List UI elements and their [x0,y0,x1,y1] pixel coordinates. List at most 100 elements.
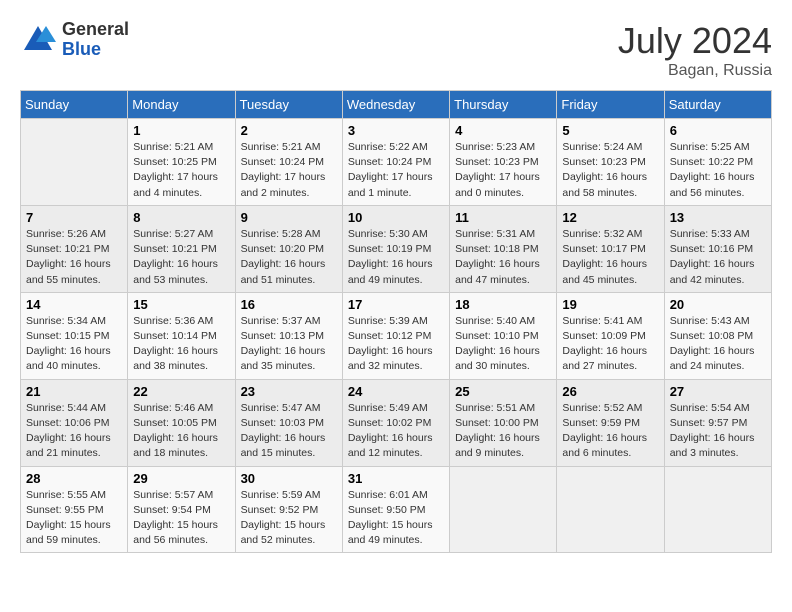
table-row: 7 Sunrise: 5:26 AMSunset: 10:21 PMDayligh… [21,205,128,292]
logo-general: General [62,20,129,40]
table-row: 8Sunrise: 5:27 AMSunset: 10:21 PMDayligh… [128,205,235,292]
day-number: 17 [348,297,444,312]
day-number: 13 [670,210,766,225]
day-number: 6 [670,123,766,138]
day-number: 29 [133,471,229,486]
day-number: 16 [241,297,337,312]
weekday-header: Thursday [450,91,557,119]
table-row: 11 Sunrise: 5:31 AMSunset: 10:18 PMDaylig… [450,205,557,292]
cell-info: Sunrise: 5:43 AMSunset: 10:08 PMDaylight… [670,314,766,375]
table-row: 9 Sunrise: 5:28 AMSunset: 10:20 PMDayligh… [235,205,342,292]
cell-info: Sunrise: 5:36 AMSunset: 10:14 PMDaylight… [133,314,229,375]
table-row: 28 Sunrise: 5:55 AMSunset: 9:55 PMDayligh… [21,466,128,553]
month-year: July 2024 [618,20,772,62]
day-number: 9 [241,210,337,225]
weekday-header: Tuesday [235,91,342,119]
table-row: 13 Sunrise: 5:33 AMSunset: 10:16 PMDaylig… [664,205,771,292]
table-row: 26 Sunrise: 5:52 AMSunset: 9:59 PMDayligh… [557,379,664,466]
day-number: 8 [133,210,229,225]
weekday-header-row: SundayMondayTuesdayWednesdayThursdayFrid… [21,91,772,119]
day-number: 1 [133,123,229,138]
logo-blue: Blue [62,40,129,60]
table-row: 6Sunrise: 5:25 AMSunset: 10:22 PMDayligh… [664,119,771,206]
table-row: 31Sunrise: 6:01 AMSunset: 9:50 PMDayligh… [342,466,449,553]
location: Bagan, Russia [618,62,772,80]
day-number: 10 [348,210,444,225]
day-number: 3 [348,123,444,138]
cell-info: Sunrise: 5:26 AMSunset: 10:21 PMDaylight… [26,227,122,288]
cell-info: Sunrise: 5:21 AMSunset: 10:24 PMDaylight… [241,140,337,201]
day-number: 23 [241,384,337,399]
calendar-table: SundayMondayTuesdayWednesdayThursdayFrid… [20,90,772,553]
day-number: 19 [562,297,658,312]
cell-info: Sunrise: 6:01 AMSunset: 9:50 PMDaylight:… [348,488,444,549]
cell-info: Sunrise: 5:49 AMSunset: 10:02 PMDaylight… [348,401,444,462]
table-row [664,466,771,553]
cell-info: Sunrise: 5:21 AMSunset: 10:25 PMDaylight… [133,140,229,201]
cell-info: Sunrise: 5:28 AMSunset: 10:20 PMDaylight… [241,227,337,288]
cell-info: Sunrise: 5:46 AMSunset: 10:05 PMDaylight… [133,401,229,462]
day-number: 21 [26,384,122,399]
cell-info: Sunrise: 5:47 AMSunset: 10:03 PMDaylight… [241,401,337,462]
table-row: 5Sunrise: 5:24 AMSunset: 10:23 PMDayligh… [557,119,664,206]
logo-text: General Blue [62,20,129,60]
cell-info: Sunrise: 5:41 AMSunset: 10:09 PMDaylight… [562,314,658,375]
table-row: 24 Sunrise: 5:49 AMSunset: 10:02 PMDaylig… [342,379,449,466]
table-row: 3Sunrise: 5:22 AMSunset: 10:24 PMDayligh… [342,119,449,206]
table-row: 25Sunrise: 5:51 AMSunset: 10:00 PMDaylig… [450,379,557,466]
calendar-week-row: 7 Sunrise: 5:26 AMSunset: 10:21 PMDayligh… [21,205,772,292]
table-row: 20Sunrise: 5:43 AMSunset: 10:08 PMDaylig… [664,292,771,379]
weekday-header: Wednesday [342,91,449,119]
weekday-header: Sunday [21,91,128,119]
cell-info: Sunrise: 5:59 AMSunset: 9:52 PMDaylight:… [241,488,337,549]
table-row: 2 Sunrise: 5:21 AMSunset: 10:24 PMDayligh… [235,119,342,206]
weekday-header: Monday [128,91,235,119]
cell-info: Sunrise: 5:33 AMSunset: 10:16 PMDaylight… [670,227,766,288]
cell-info: Sunrise: 5:54 AMSunset: 9:57 PMDaylight:… [670,401,766,462]
table-row: 21 Sunrise: 5:44 AMSunset: 10:06 PMDaylig… [21,379,128,466]
day-number: 4 [455,123,551,138]
cell-info: Sunrise: 5:34 AMSunset: 10:15 PMDaylight… [26,314,122,375]
cell-info: Sunrise: 5:37 AMSunset: 10:13 PMDaylight… [241,314,337,375]
cell-info: Sunrise: 5:55 AMSunset: 9:55 PMDaylight:… [26,488,122,549]
day-number: 26 [562,384,658,399]
cell-info: Sunrise: 5:57 AMSunset: 9:54 PMDaylight:… [133,488,229,549]
table-row: 27 Sunrise: 5:54 AMSunset: 9:57 PMDayligh… [664,379,771,466]
day-number: 2 [241,123,337,138]
cell-info: Sunrise: 5:30 AMSunset: 10:19 PMDaylight… [348,227,444,288]
table-row [450,466,557,553]
table-row: 1 Sunrise: 5:21 AMSunset: 10:25 PMDayligh… [128,119,235,206]
day-number: 24 [348,384,444,399]
calendar-week-row: 14 Sunrise: 5:34 AMSunset: 10:15 PMDaylig… [21,292,772,379]
cell-info: Sunrise: 5:23 AMSunset: 10:23 PMDaylight… [455,140,551,201]
day-number: 30 [241,471,337,486]
weekday-header: Friday [557,91,664,119]
page-header: General Blue July 2024 Bagan, Russia [20,20,772,80]
table-row: 17Sunrise: 5:39 AMSunset: 10:12 PMDaylig… [342,292,449,379]
day-number: 28 [26,471,122,486]
cell-info: Sunrise: 5:31 AMSunset: 10:18 PMDaylight… [455,227,551,288]
table-row: 18Sunrise: 5:40 AMSunset: 10:10 PMDaylig… [450,292,557,379]
table-row: 12Sunrise: 5:32 AMSunset: 10:17 PMDaylig… [557,205,664,292]
table-row: 19 Sunrise: 5:41 AMSunset: 10:09 PMDaylig… [557,292,664,379]
day-number: 7 [26,210,122,225]
day-number: 5 [562,123,658,138]
table-row [557,466,664,553]
table-row: 30 Sunrise: 5:59 AMSunset: 9:52 PMDayligh… [235,466,342,553]
cell-info: Sunrise: 5:44 AMSunset: 10:06 PMDaylight… [26,401,122,462]
day-number: 27 [670,384,766,399]
cell-info: Sunrise: 5:32 AMSunset: 10:17 PMDaylight… [562,227,658,288]
calendar-week-row: 1 Sunrise: 5:21 AMSunset: 10:25 PMDayligh… [21,119,772,206]
logo-icon [20,22,56,58]
weekday-header: Saturday [664,91,771,119]
title-block: July 2024 Bagan, Russia [618,20,772,80]
day-number: 15 [133,297,229,312]
day-number: 11 [455,210,551,225]
table-row: 23 Sunrise: 5:47 AMSunset: 10:03 PMDaylig… [235,379,342,466]
table-row: 10 Sunrise: 5:30 AMSunset: 10:19 PMDaylig… [342,205,449,292]
calendar-week-row: 21 Sunrise: 5:44 AMSunset: 10:06 PMDaylig… [21,379,772,466]
logo: General Blue [20,20,129,60]
day-number: 25 [455,384,551,399]
day-number: 14 [26,297,122,312]
cell-info: Sunrise: 5:52 AMSunset: 9:59 PMDaylight:… [562,401,658,462]
